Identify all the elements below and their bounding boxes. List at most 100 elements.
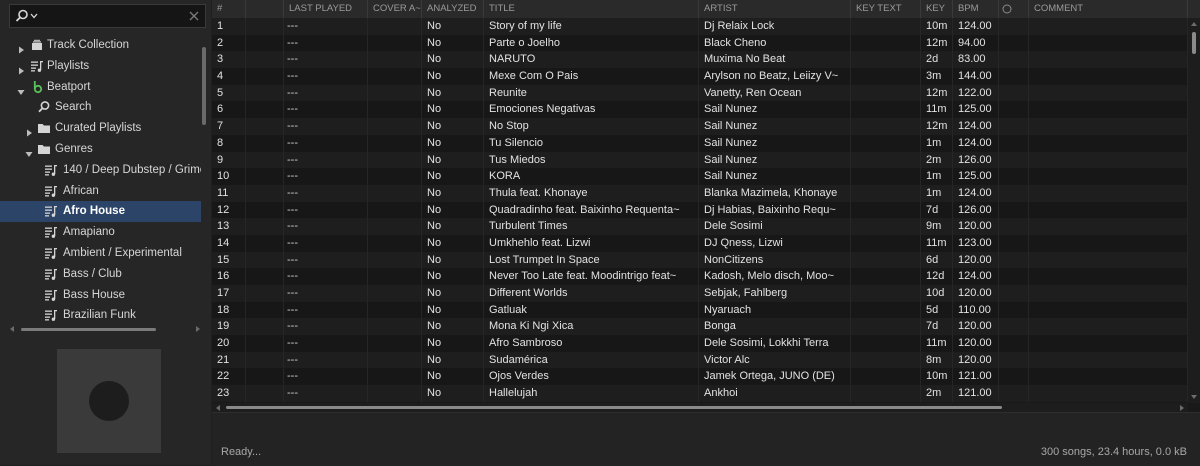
column-header-last-played[interactable]: LAST PLAYED — [284, 0, 368, 18]
table-row[interactable]: 17 --- No Different Worlds Sebjak, Fahlberg 1… — [212, 285, 1188, 302]
table-row[interactable]: 13 --- No Turbulent Times Dele Sosimi 9m 120.0… — [212, 218, 1188, 235]
collection-icon — [30, 38, 44, 52]
table-row[interactable]: 10 --- No KORA Sail Nunez 1m 125.00 — [212, 168, 1188, 185]
sidebar-item-track-collection[interactable]: Track Collection — [0, 35, 201, 56]
sidebar-item-140-deep-dubstep-grime[interactable]: 140 / Deep Dubstep / Grime — [0, 160, 201, 181]
column-header-key-text[interactable]: KEY TEXT — [851, 0, 921, 18]
table-row[interactable]: 11 --- No Thula feat. Khonaye Blanka Mazimel… — [212, 184, 1188, 202]
sidebar-item-bass-club[interactable]: Bass / Club — [0, 264, 201, 285]
table-row[interactable]: 15 --- No Lost Trumpet In Space NonCitizens 6… — [212, 251, 1188, 269]
cell-last-played: --- — [284, 285, 368, 302]
sidebar-item-beatport[interactable]: Beatport — [0, 77, 201, 98]
cell-bpm: 94.00 — [953, 34, 999, 52]
cell-comment — [1029, 168, 1188, 185]
scroll-left-icon[interactable] — [9, 326, 15, 332]
cell-artist: Dele Sosimi, Lokkhi Terra — [699, 335, 851, 352]
chevron-down-icon[interactable] — [30, 12, 38, 20]
cell-bpm: 121.00 — [953, 368, 999, 386]
table-row[interactable]: 2 --- No Parte o Joelho Black Cheno 12m 94.00 — [212, 34, 1188, 52]
cell-cover — [368, 351, 422, 369]
table-row[interactable]: 8 --- No Tu Silencio Sail Nunez 1m 124.00 — [212, 134, 1188, 152]
table-row[interactable]: 3 --- No NARUTO Muxima No Beat 2d 83.00 — [212, 51, 1188, 69]
sidebar-item-label: Bass / Club — [63, 267, 122, 280]
scrollbar-thumb[interactable] — [226, 406, 1002, 409]
sidebar-item-amapiano[interactable]: Amapiano — [0, 222, 201, 243]
chevron-down-icon[interactable] — [17, 83, 25, 95]
search-icon[interactable] — [14, 8, 30, 24]
sidebar-item-brazilian-funk[interactable]: Brazilian Funk — [0, 305, 201, 323]
scrollbar-thumb[interactable] — [202, 47, 206, 125]
sidebar-item-playlists[interactable]: Playlists — [0, 56, 201, 77]
table-row[interactable]: 6 --- No Emociones Negativas Sail Nunez 11m 12… — [212, 101, 1188, 119]
table-row[interactable]: 23 --- No Hallelujah Ankhoi 2m 121.00 — [212, 385, 1188, 402]
cell-comment — [1029, 84, 1188, 102]
cell-blank — [246, 68, 284, 85]
column-header-analyzed[interactable]: ANALYZED — [422, 0, 484, 18]
tree-horizontal-scrollbar[interactable] — [9, 325, 201, 333]
table-row[interactable]: 21 --- No Sudamérica Victor Alc 8m 120.00 — [212, 351, 1188, 369]
cell-circle — [999, 268, 1029, 285]
cell-analyzed: No — [422, 51, 484, 69]
column-header-artist[interactable]: ARTIST — [699, 0, 851, 18]
tree-vertical-scrollbar[interactable] — [201, 35, 207, 323]
chevron-right-icon[interactable] — [25, 124, 33, 137]
table-row[interactable]: 9 --- No Tus Miedos Sail Nunez 2m 126.00 — [212, 151, 1188, 169]
sidebar-item-bass-house[interactable]: Bass House — [0, 285, 201, 306]
sidebar-item-genres[interactable]: Genres — [0, 139, 201, 160]
column-header-num[interactable]: # — [212, 0, 246, 18]
cell-analyzed: No — [422, 101, 484, 119]
scroll-right-icon[interactable] — [195, 326, 201, 332]
cell-circle — [999, 234, 1029, 252]
column-header-bpm[interactable]: BPM — [953, 0, 999, 18]
cell-blank — [246, 351, 284, 369]
table-row[interactable]: 22 --- No Ojos Verdes Jamek Ortega, JUNO (DE… — [212, 368, 1188, 386]
chevron-down-icon[interactable] — [25, 145, 33, 157]
cell-blank — [246, 335, 284, 352]
sidebar-item-afro-house[interactable]: Afro House — [0, 201, 201, 223]
search-input[interactable] — [42, 7, 186, 27]
search-box[interactable] — [9, 4, 206, 28]
cell-circle — [999, 218, 1029, 235]
sidebar-item-african[interactable]: African — [0, 181, 201, 202]
close-icon[interactable] — [189, 11, 199, 21]
table-row[interactable]: 4 --- No Mexe Com O Pais Arylson no Beatz, L… — [212, 68, 1188, 85]
table-row[interactable]: 16 --- No Never Too Late feat. Moodintrigo … — [212, 268, 1188, 285]
table-row[interactable]: 12 --- No Quadradinho feat. Baixinho Requen… — [212, 201, 1188, 219]
scroll-down-icon[interactable] — [1191, 394, 1197, 400]
vertical-scrollbar[interactable] — [1188, 18, 1200, 403]
cell-title: KORA — [484, 168, 699, 185]
cell-key-text — [851, 84, 921, 102]
column-header-blank[interactable] — [246, 0, 284, 18]
sidebar-item-curated-playlists[interactable]: Curated Playlists — [0, 118, 201, 139]
column-header-circle[interactable] — [999, 0, 1029, 18]
playlist-icon — [44, 246, 58, 260]
chevron-right-icon[interactable] — [17, 62, 25, 75]
cell-blank — [246, 285, 284, 302]
cell-bpm: 124.00 — [953, 118, 999, 135]
cell-cover — [368, 84, 422, 102]
cell-key: 5d — [921, 301, 953, 319]
scroll-up-icon[interactable] — [1191, 21, 1197, 27]
column-header-key[interactable]: KEY — [921, 0, 953, 18]
scroll-right-icon[interactable] — [1179, 405, 1185, 411]
sidebar-item-search[interactable]: Search — [0, 97, 201, 118]
scroll-left-icon[interactable] — [215, 405, 221, 411]
column-header-comment[interactable]: COMMENT — [1029, 0, 1188, 18]
column-header-cover[interactable]: COVER A~ — [368, 0, 422, 18]
table-row[interactable]: 18 --- No Gatluak Nyaruach 5d 110.00 — [212, 301, 1188, 319]
cell-last-played: --- — [284, 268, 368, 285]
horizontal-scrollbar[interactable] — [212, 403, 1188, 412]
sidebar-item-ambient-experimental[interactable]: Ambient / Experimental — [0, 243, 201, 264]
scrollbar-thumb[interactable] — [1192, 32, 1196, 54]
table-row[interactable]: 5 --- No Reunite Vanetty, Ren Ocean 12m 122.00 — [212, 84, 1188, 102]
cell-comment — [1029, 118, 1188, 135]
column-header-title[interactable]: TITLE — [484, 0, 699, 18]
table-row[interactable]: 1 --- No Story of my life Dj Relaix Lock 10m 1… — [212, 18, 1188, 35]
scrollbar-thumb[interactable] — [21, 328, 156, 331]
table-row[interactable]: 14 --- No Umkhehlo feat. Lizwi DJ Qness, Liz… — [212, 234, 1188, 252]
cell-key-text — [851, 18, 921, 35]
table-row[interactable]: 20 --- No Afro Sambroso Dele Sosimi, Lokkhi … — [212, 335, 1188, 352]
table-row[interactable]: 7 --- No No Stop Sail Nunez 12m 124.00 — [212, 118, 1188, 135]
chevron-right-icon[interactable] — [17, 41, 25, 54]
table-row[interactable]: 19 --- No Mona Ki Ngi Xica Bonga 7d 120.00 — [212, 318, 1188, 336]
